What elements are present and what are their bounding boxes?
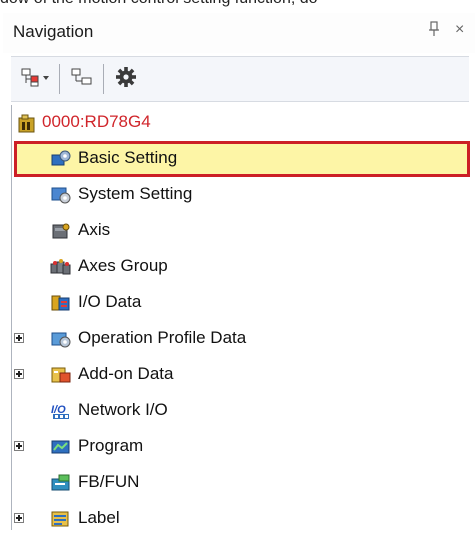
- tree-item-system-setting[interactable]: System Setting: [12, 177, 468, 213]
- settings-button[interactable]: [111, 65, 141, 93]
- tree-item-label: I/O Data: [78, 292, 142, 311]
- tree-item-label: Program: [78, 436, 144, 455]
- tree-item-label: Operation Profile Data: [78, 328, 247, 347]
- tree-item-label: Basic Setting: [78, 148, 178, 167]
- toolbar-separator: [103, 64, 104, 94]
- tree-item-label: Axes Group: [78, 256, 168, 275]
- tree-item-network-io[interactable]: I/O Network I/O: [12, 393, 468, 429]
- tree-item-axis[interactable]: Axis: [12, 213, 468, 249]
- basic-setting-icon: [50, 149, 72, 169]
- tree-item-label: FB/FUN: [78, 472, 140, 491]
- label-icon: [50, 509, 72, 529]
- system-setting-icon: [50, 185, 72, 205]
- tree-item-axes-group[interactable]: Axes Group: [12, 249, 468, 285]
- toolbar-separator: [59, 64, 60, 94]
- expand-tree-button[interactable]: [19, 65, 53, 93]
- tree-item-label: System Setting: [78, 184, 193, 203]
- add-on-icon: [50, 365, 72, 385]
- network-io-icon: I/O: [50, 401, 72, 421]
- tree-item-label: Network I/O: [78, 400, 168, 419]
- navigation-toolbar: [11, 56, 469, 102]
- tree-item-io-data[interactable]: I/O Data: [12, 285, 468, 321]
- module-icon: [16, 113, 38, 133]
- tree-item-operation-profile-data[interactable]: Operation Profile Data: [12, 321, 468, 357]
- expand-toggle[interactable]: [14, 441, 24, 451]
- tree-item-program[interactable]: Program: [12, 429, 468, 465]
- tree-item-label-node[interactable]: Label: [12, 501, 468, 537]
- expand-tree-icon: [21, 67, 51, 92]
- operation-profile-icon: [50, 329, 72, 349]
- collapse-tree-button[interactable]: [67, 65, 97, 93]
- panel-title: Navigation: [13, 22, 94, 41]
- panel-titlebar: Navigation ×: [3, 13, 475, 53]
- pin-icon[interactable]: [428, 21, 440, 42]
- expand-toggle[interactable]: [14, 513, 24, 523]
- navigation-panel: Navigation × 0000:RD78G4 Basic Setting S…: [3, 13, 475, 530]
- tree-item-label: Add-on Data: [78, 364, 174, 383]
- tree-root-module[interactable]: 0000:RD78G4: [12, 105, 468, 141]
- fb-fun-icon: [50, 473, 72, 493]
- navigation-tree: 0000:RD78G4 Basic Setting System Setting…: [11, 105, 470, 530]
- program-icon: [50, 437, 72, 457]
- io-data-icon: [50, 293, 72, 313]
- axes-group-icon: [50, 257, 72, 277]
- axis-icon: [50, 221, 72, 241]
- tree-item-add-on-data[interactable]: Add-on Data: [12, 357, 468, 393]
- tree-root-label: 0000:RD78G4: [42, 112, 151, 131]
- tree-item-label: Label: [78, 508, 120, 527]
- expand-toggle[interactable]: [14, 369, 24, 379]
- expand-toggle[interactable]: [14, 333, 24, 343]
- close-icon[interactable]: ×: [455, 21, 464, 39]
- collapse-tree-icon: [70, 67, 94, 92]
- tree-item-basic-setting[interactable]: Basic Setting: [12, 141, 470, 177]
- tree-item-label: Axis: [78, 220, 111, 239]
- gear-icon: [115, 66, 137, 93]
- tree-item-fb-fun[interactable]: FB/FUN: [12, 465, 468, 501]
- document-caption: dow of the motion control setting functi…: [0, 0, 475, 8]
